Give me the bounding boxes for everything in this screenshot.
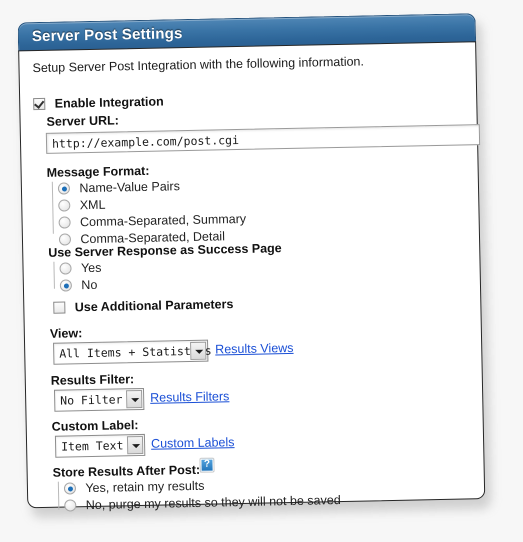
enable-integration-checkbox[interactable] [33,97,46,111]
custom-labels-link[interactable]: Custom Labels [151,435,235,451]
custom-label-select[interactable]: Item Text [54,433,146,458]
radio-label: No, purge my results so they will not be… [85,493,341,513]
use-server-response-group-rule [53,261,55,289]
view-select-value: All Items + Statistics [59,343,212,361]
view-select[interactable]: All Items + Statistics [53,339,212,365]
store-results-group-rule [57,481,60,510]
panel-body: Setup Server Post Integration with the f… [18,41,486,512]
message-format-group-rule [51,181,54,234]
radio-indicator[interactable] [59,279,73,292]
radio-label: Yes [80,260,102,276]
radio-server-response-no[interactable]: No [59,276,98,295]
radio-indicator[interactable] [58,233,72,246]
results-filter-select[interactable]: No Filter [53,387,145,412]
radio-indicator[interactable] [59,262,72,275]
radio-indicator[interactable] [57,182,71,195]
server-url-input[interactable]: http://example.com/post.cgi [45,124,481,154]
results-filter-select-value: No Filter [60,392,123,408]
radio-indicator[interactable] [63,482,77,495]
radio-label: XML [79,197,106,213]
results-filter-label: Results Filter: [50,372,135,388]
radio-label: No [81,277,98,293]
server-post-settings-panel: Server Post Settings Setup Server Post I… [17,13,492,519]
radio-indicator[interactable] [64,499,77,512]
help-question-icon[interactable]: ? [199,457,215,473]
page-title: Server Post Settings [31,25,183,46]
radio-indicator[interactable] [58,216,71,229]
radio-label: Name-Value Pairs [79,179,181,196]
chevron-down-icon[interactable] [126,435,144,455]
use-additional-parameters-label: Use Additional Parameters [74,297,234,315]
enable-integration-label: Enable Integration [54,94,164,111]
intro-text: Setup Server Post Integration with the f… [32,54,365,76]
panel: Server Post Settings Setup Server Post I… [17,13,486,512]
help-icon-glyph: ? [203,458,211,470]
radio-label: Yes, retain my results [85,478,205,496]
radio-message-format-name-value[interactable]: Name-Value Pairs [57,177,181,197]
results-filters-link[interactable]: Results Filters [150,389,229,405]
radio-message-format-xml[interactable]: XML [58,196,106,215]
radio-server-response-yes[interactable]: Yes [59,259,102,278]
custom-label-label: Custom Label: [51,418,139,434]
chevron-down-icon[interactable] [190,341,207,361]
results-views-link[interactable]: Results Views [215,341,294,357]
enable-integration-row[interactable]: Enable Integration [33,92,164,113]
use-additional-parameters-checkbox[interactable] [53,301,66,314]
custom-label-select-value: Item Text [60,438,124,454]
view-label: View: [49,326,83,341]
chevron-down-icon[interactable] [126,389,143,409]
radio-indicator[interactable] [58,199,71,212]
server-url-value: http://example.com/post.cgi [51,132,240,151]
use-additional-parameters-row[interactable]: Use Additional Parameters [53,295,234,317]
server-url-label: Server URL: [46,113,119,129]
